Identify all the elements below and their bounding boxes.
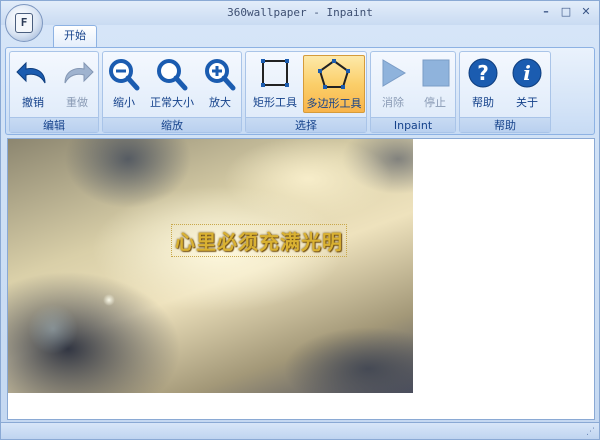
undo-button[interactable]: 撤销: [12, 55, 54, 113]
help-icon: ?: [468, 58, 498, 88]
stop-label: 停止: [424, 96, 446, 109]
group-inpaint: 消除 停止 Inpaint: [370, 51, 456, 133]
rectangle-tool-button[interactable]: 矩形工具: [248, 55, 302, 113]
zoom-normal-button[interactable]: 正常大小: [145, 55, 199, 113]
zoom-out-label: 缩小: [113, 96, 135, 109]
ribbon-tabs: 开始: [1, 25, 599, 47]
group-zoom: 缩小 正常大小 放大 缩放: [102, 51, 242, 133]
svg-text:?: ?: [477, 61, 489, 85]
zoom-normal-icon: [157, 59, 188, 91]
lens-flare: [28, 304, 78, 354]
zoom-in-label: 放大: [209, 96, 231, 109]
group-label-select: 选择: [246, 117, 366, 132]
app-window: 360wallpaper - Inpaint – □ ✕ F 开始 撤销 重做 …: [0, 0, 600, 440]
image-canvas[interactable]: 心里必须充满光明: [7, 138, 595, 420]
status-bar: ⋰: [1, 422, 599, 439]
maximize-button[interactable]: □: [559, 5, 573, 19]
erase-label: 消除: [382, 96, 404, 109]
group-edit: 撤销 重做 编辑: [9, 51, 99, 133]
app-logo-icon: F: [15, 13, 33, 33]
play-icon: [382, 59, 406, 87]
window-controls: – □ ✕: [539, 5, 593, 19]
ribbon: 撤销 重做 编辑 缩小 正常大小 放大 缩放 矩形工具 多边形工具 选择 消除 …: [5, 47, 595, 135]
svg-text:i: i: [523, 61, 531, 85]
rectangle-tool-label: 矩形工具: [253, 96, 297, 109]
resize-grip-icon[interactable]: ⋰: [586, 427, 596, 437]
wallpaper-image[interactable]: 心里必须充满光明: [8, 139, 413, 393]
rectangle-select-icon: [261, 59, 289, 87]
close-button[interactable]: ✕: [579, 5, 593, 19]
zoom-in-button[interactable]: 放大: [201, 55, 239, 113]
zoom-in-icon: [205, 59, 236, 91]
redo-icon: [64, 61, 94, 84]
zoom-out-icon: [109, 59, 140, 91]
about-button[interactable]: i 关于: [506, 55, 548, 113]
polygon-tool-label: 多边形工具: [306, 97, 362, 110]
undo-label: 撤销: [22, 96, 44, 109]
group-label-edit: 编辑: [10, 117, 98, 132]
erase-button[interactable]: 消除: [373, 55, 413, 113]
group-label-help: 帮助: [460, 117, 550, 132]
redo-button[interactable]: 重做: [56, 55, 98, 113]
polygon-select-icon: [318, 59, 350, 89]
title-bar: 360wallpaper - Inpaint – □ ✕: [1, 1, 599, 25]
application-menu-button[interactable]: F: [5, 4, 43, 42]
zoom-out-button[interactable]: 缩小: [105, 55, 143, 113]
info-icon: i: [512, 58, 542, 88]
undo-icon: [16, 61, 46, 84]
tab-home[interactable]: 开始: [53, 25, 97, 47]
group-help: ? 帮助 i 关于 帮助: [459, 51, 551, 133]
group-label-inpaint: Inpaint: [371, 117, 455, 132]
help-button[interactable]: ? 帮助: [462, 55, 504, 113]
image-caption-text: 心里必须充满光明: [171, 224, 347, 257]
polygon-tool-button[interactable]: 多边形工具: [303, 55, 365, 113]
group-select: 矩形工具 多边形工具 选择: [245, 51, 367, 133]
minimize-button[interactable]: –: [539, 5, 553, 19]
redo-label: 重做: [66, 96, 88, 109]
stop-icon: [422, 59, 450, 87]
about-label: 关于: [516, 96, 538, 109]
zoom-normal-label: 正常大小: [150, 96, 194, 109]
lens-flare: [103, 294, 115, 306]
group-label-zoom: 缩放: [103, 117, 241, 132]
window-title: 360wallpaper - Inpaint: [227, 6, 373, 19]
stop-button[interactable]: 停止: [415, 55, 455, 113]
help-label: 帮助: [472, 96, 494, 109]
